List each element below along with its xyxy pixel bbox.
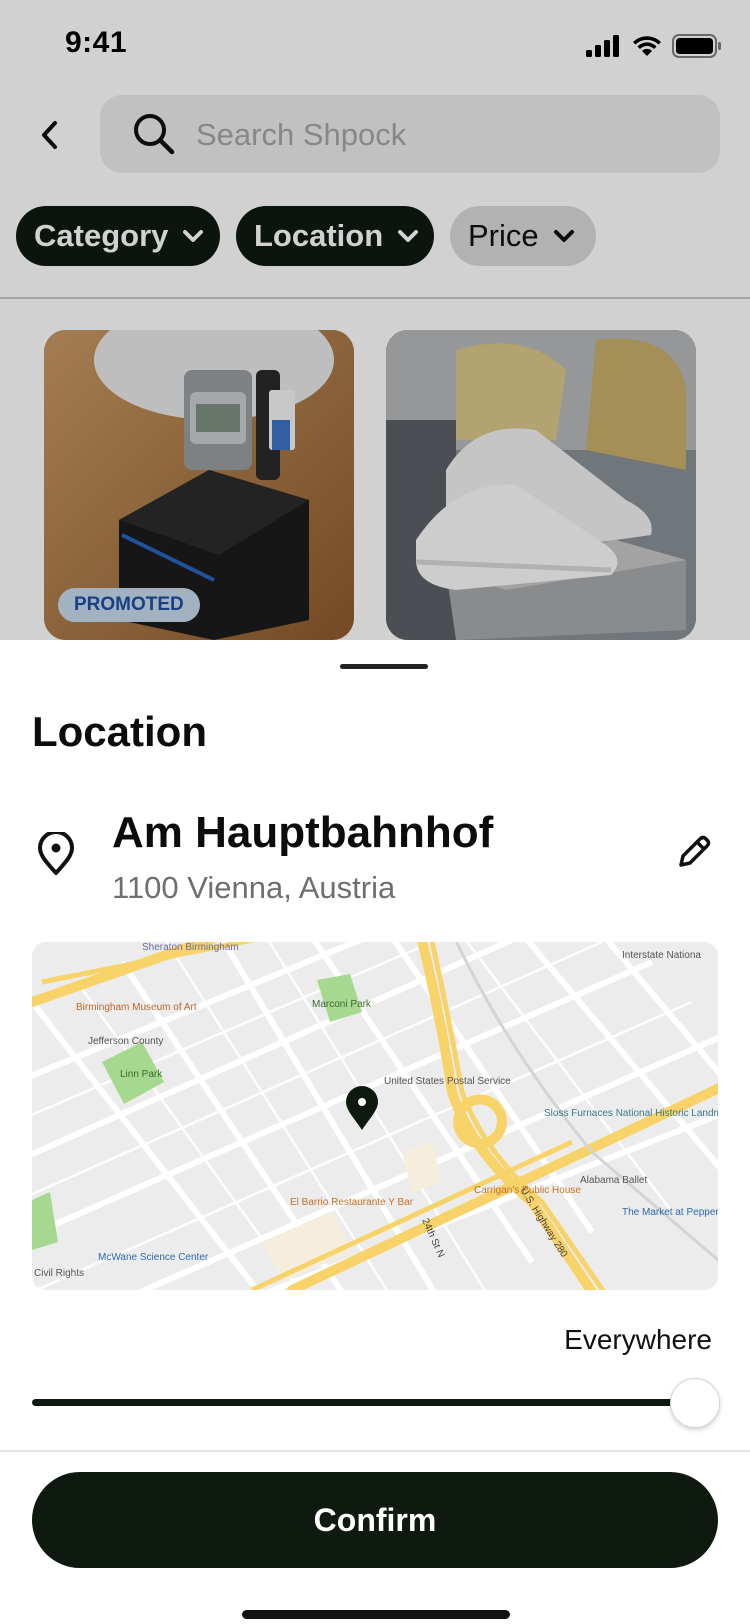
radius-slider-thumb[interactable] [670, 1378, 720, 1428]
radius-slider-track[interactable] [32, 1399, 694, 1406]
map-label-post-office: United States Postal Service [384, 1076, 511, 1087]
map-label-sheraton: Sheraton Birmingham [142, 942, 239, 953]
home-indicator [242, 1610, 510, 1619]
radius-value-label: Everywhere [564, 1324, 712, 1355]
map-label-museum: Birmingham Museum of Art [76, 1002, 197, 1013]
sheet-divider [0, 1450, 750, 1452]
map-label-market: The Market at Pepper Place [622, 1207, 718, 1218]
location-pin-icon [36, 830, 76, 881]
map-label-civil-rights: Civil Rights [34, 1268, 84, 1279]
sheet-title: Location [32, 708, 207, 755]
backdrop-overlay[interactable] [0, 0, 750, 640]
map-label-jefferson: Jefferson County [88, 1036, 163, 1047]
map-label-interstate: Interstate Nationa [622, 950, 701, 961]
confirm-button[interactable]: Confirm [32, 1472, 718, 1568]
location-map[interactable]: Sheraton Birmingham Birmingham Museum of… [32, 942, 718, 1290]
map-label-mcwane: McWane Science Center [98, 1252, 209, 1263]
edit-location-button[interactable] [676, 834, 712, 875]
map-label-alabama-ballet: Alabama Ballet [580, 1175, 647, 1186]
pencil-icon [676, 835, 712, 874]
map-label-linn-park: Linn Park [120, 1069, 163, 1080]
sheet-drag-handle[interactable] [340, 664, 428, 669]
map-label-sloss: Sloss Furnaces National Historic Landmar… [544, 1108, 718, 1119]
location-sheet: Location Am Hauptbahnhof 1100 Vienna, Au… [0, 640, 750, 1624]
place-name: Am Hauptbahnhof [112, 808, 494, 857]
map-label-el-barrio: El Barrio Restaurante Y Bar [290, 1197, 414, 1208]
map-label-marconi-park: Marconi Park [312, 999, 372, 1010]
place-address: 1100 Vienna, Austria [112, 870, 396, 905]
